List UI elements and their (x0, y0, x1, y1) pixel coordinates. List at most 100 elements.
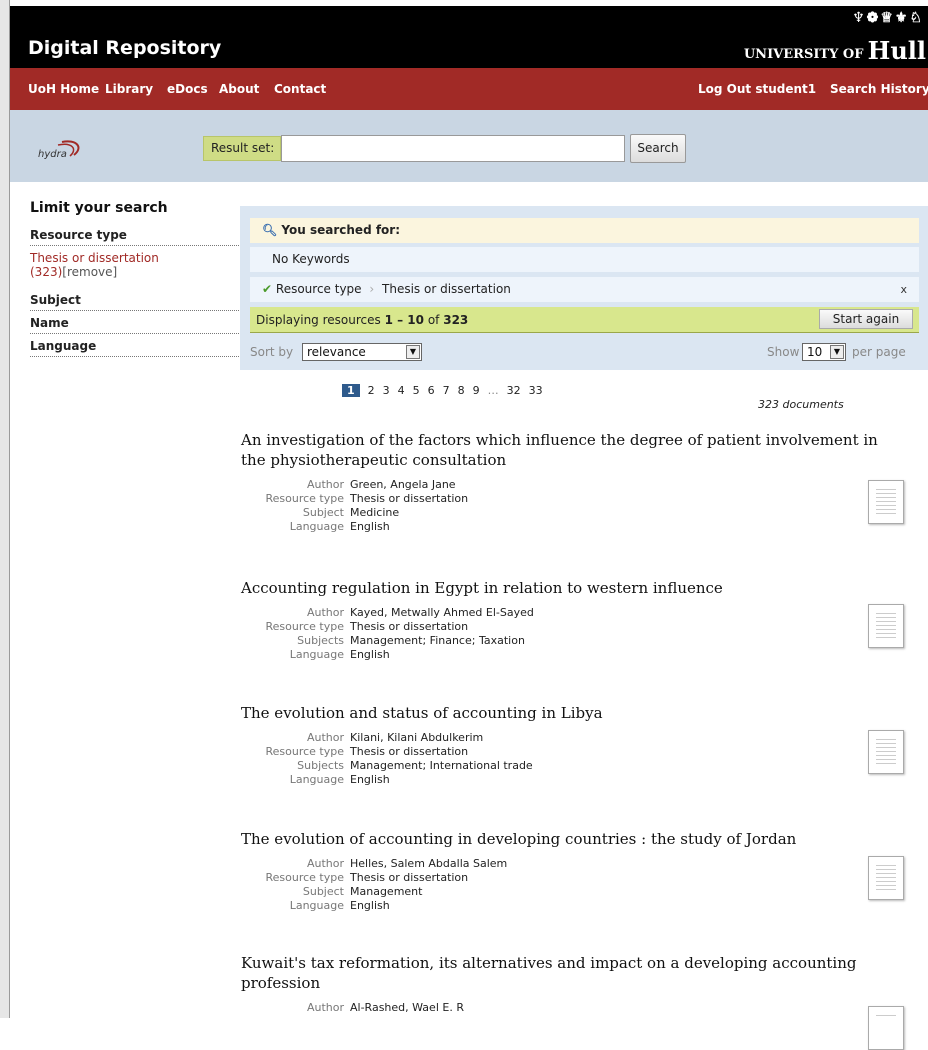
page-link-current[interactable]: 1 (342, 384, 360, 397)
searched-for-label: You searched for: (281, 223, 401, 237)
result-metadata: Author Kilani, Kilani Abdulkerim Resource… (241, 731, 881, 787)
field-value: Management; Finance; Taxation (350, 634, 525, 647)
search-bar: hydra Result set: Search (10, 110, 928, 182)
document-thumbnail-icon[interactable] (868, 604, 904, 648)
nav-link-about[interactable]: About (219, 82, 259, 96)
field-label: Subjects (297, 634, 344, 647)
university-logo[interactable]: ♆❁♕⚜♘ UNIVERSITY OF Hull (744, 10, 926, 65)
field-value: Thesis or dissertation (350, 620, 469, 633)
nav-link-uoh-home[interactable]: UoH Home (28, 82, 99, 96)
facet-value-label: Thesis or dissertation (30, 251, 159, 265)
nav-link-edocs[interactable]: eDocs (167, 82, 208, 96)
document-count: 323 documents (758, 398, 844, 411)
field-value: Management; International trade (350, 759, 533, 772)
logout-link[interactable]: Log Out student1 (698, 82, 816, 96)
facet-value-count: (323) (30, 265, 63, 279)
sort-label: Sort by (250, 345, 294, 359)
field-value: Helles, Salem Abdalla Salem (350, 857, 508, 870)
result-item: The evolution of accounting in developin… (241, 829, 881, 913)
page-link[interactable]: 2 (368, 384, 375, 397)
field-label: Author (306, 606, 344, 619)
search-constraints-panel: 🔍︎ You searched for: No Keywords ✔ Resou… (240, 206, 928, 370)
page-link[interactable]: 8 (458, 384, 465, 397)
facet-subject[interactable]: Subject (30, 293, 243, 311)
facet-name[interactable]: Name (30, 316, 243, 334)
result-title-link[interactable]: The evolution of accounting in developin… (241, 829, 881, 849)
field-label: Subjects (297, 759, 344, 772)
page-link[interactable]: 6 (428, 384, 435, 397)
chevron-down-icon[interactable]: ▼ (406, 345, 420, 359)
keywords-text: No Keywords (272, 252, 350, 266)
result-title-link[interactable]: Kuwait's tax reformation, its alternativ… (241, 953, 881, 993)
sidebar-title: Limit your search (30, 200, 168, 216)
field-label: Author (306, 731, 344, 744)
facet-resource-type[interactable]: Resource type (30, 228, 243, 246)
result-set-input[interactable] (281, 135, 625, 162)
page-link[interactable]: 32 (507, 384, 521, 397)
result-item: Accounting regulation in Egypt in relati… (241, 578, 881, 662)
university-name: Hull (867, 36, 926, 65)
chevron-right-icon: › (369, 282, 375, 296)
facet-sidebar: Limit your search Resource type Thesis o… (30, 200, 243, 362)
remove-filter-button[interactable]: x (900, 277, 907, 302)
field-label: Author (306, 478, 344, 491)
document-thumbnail-icon[interactable] (868, 730, 904, 774)
search-button[interactable]: Search (630, 134, 686, 163)
field-label: Resource type (265, 871, 344, 884)
sort-select[interactable]: relevance ▼ (302, 343, 422, 361)
per-page-value: 10 (807, 345, 823, 359)
page-ellipsis: … (487, 384, 499, 397)
field-label: Language (289, 520, 344, 533)
field-label: Subject (302, 885, 344, 898)
page-link[interactable]: 7 (443, 384, 450, 397)
page-link[interactable]: 33 (529, 384, 543, 397)
field-value: Management (350, 885, 423, 898)
page-link[interactable]: 9 (473, 384, 480, 397)
result-title-link[interactable]: An investigation of the factors which in… (241, 430, 881, 470)
result-item: An investigation of the factors which in… (241, 430, 881, 534)
field-label: Resource type (265, 620, 344, 633)
document-thumbnail-icon[interactable] (868, 856, 904, 900)
show-label: Show (767, 345, 800, 359)
field-value: Kayed, Metwally Ahmed El-Sayed (350, 606, 534, 619)
field-label: Author (306, 1001, 344, 1014)
field-value: Kilani, Kilani Abdulkerim (350, 731, 484, 744)
main-nav: UoH Home Library eDocs About Contact Log… (10, 68, 928, 110)
field-value: Green, Angela Jane (350, 478, 456, 491)
filter-row: ✔ Resource type › Thesis or dissertation… (250, 277, 919, 302)
per-page-select[interactable]: 10 ▼ (802, 343, 846, 361)
page-link[interactable]: 5 (413, 384, 420, 397)
search-history-link[interactable]: Search History (830, 82, 928, 96)
displaying-row: Displaying resources 1 – 10 of 323 Start… (250, 307, 919, 333)
app-title[interactable]: Digital Repository (28, 37, 221, 59)
result-title-link[interactable]: The evolution and status of accounting i… (241, 703, 881, 723)
field-label: Resource type (265, 492, 344, 505)
university-prefix: UNIVERSITY OF (743, 47, 864, 62)
facet-selected-value: Thesis or dissertation (323)[remove] (30, 251, 243, 279)
start-again-button[interactable]: Start again (819, 309, 913, 329)
displaying-prefix: Displaying resources (256, 313, 381, 327)
displaying-range: 1 – 10 (384, 313, 424, 327)
facet-language[interactable]: Language (30, 339, 243, 357)
nav-link-library[interactable]: Library (105, 82, 153, 96)
result-metadata: Author Al-Rashed, Wael E. R (241, 1001, 881, 1015)
field-value: English (350, 899, 390, 912)
facet-remove-link[interactable]: [remove] (62, 265, 117, 279)
filter-value: Thesis or dissertation (382, 282, 511, 296)
displaying-of: of (427, 313, 440, 327)
result-title-link[interactable]: Accounting regulation in Egypt in relati… (241, 578, 881, 598)
field-value: Al-Rashed, Wael E. R (350, 1001, 464, 1014)
field-value: Medicine (350, 506, 400, 519)
field-value: English (350, 773, 390, 786)
page-link[interactable]: 4 (398, 384, 405, 397)
keywords-row: No Keywords (250, 247, 919, 272)
page: Digital Repository ♆❁♕⚜♘ UNIVERSITY OF H… (10, 6, 928, 1050)
check-icon: ✔ (262, 282, 273, 296)
chevron-down-icon[interactable]: ▼ (830, 345, 844, 359)
document-thumbnail-icon[interactable] (868, 1006, 904, 1050)
window-left-edge (0, 0, 10, 1018)
nav-link-contact[interactable]: Contact (274, 82, 326, 96)
hydra-logo[interactable]: hydra (32, 139, 92, 163)
document-thumbnail-icon[interactable] (868, 480, 904, 524)
page-link[interactable]: 3 (383, 384, 390, 397)
